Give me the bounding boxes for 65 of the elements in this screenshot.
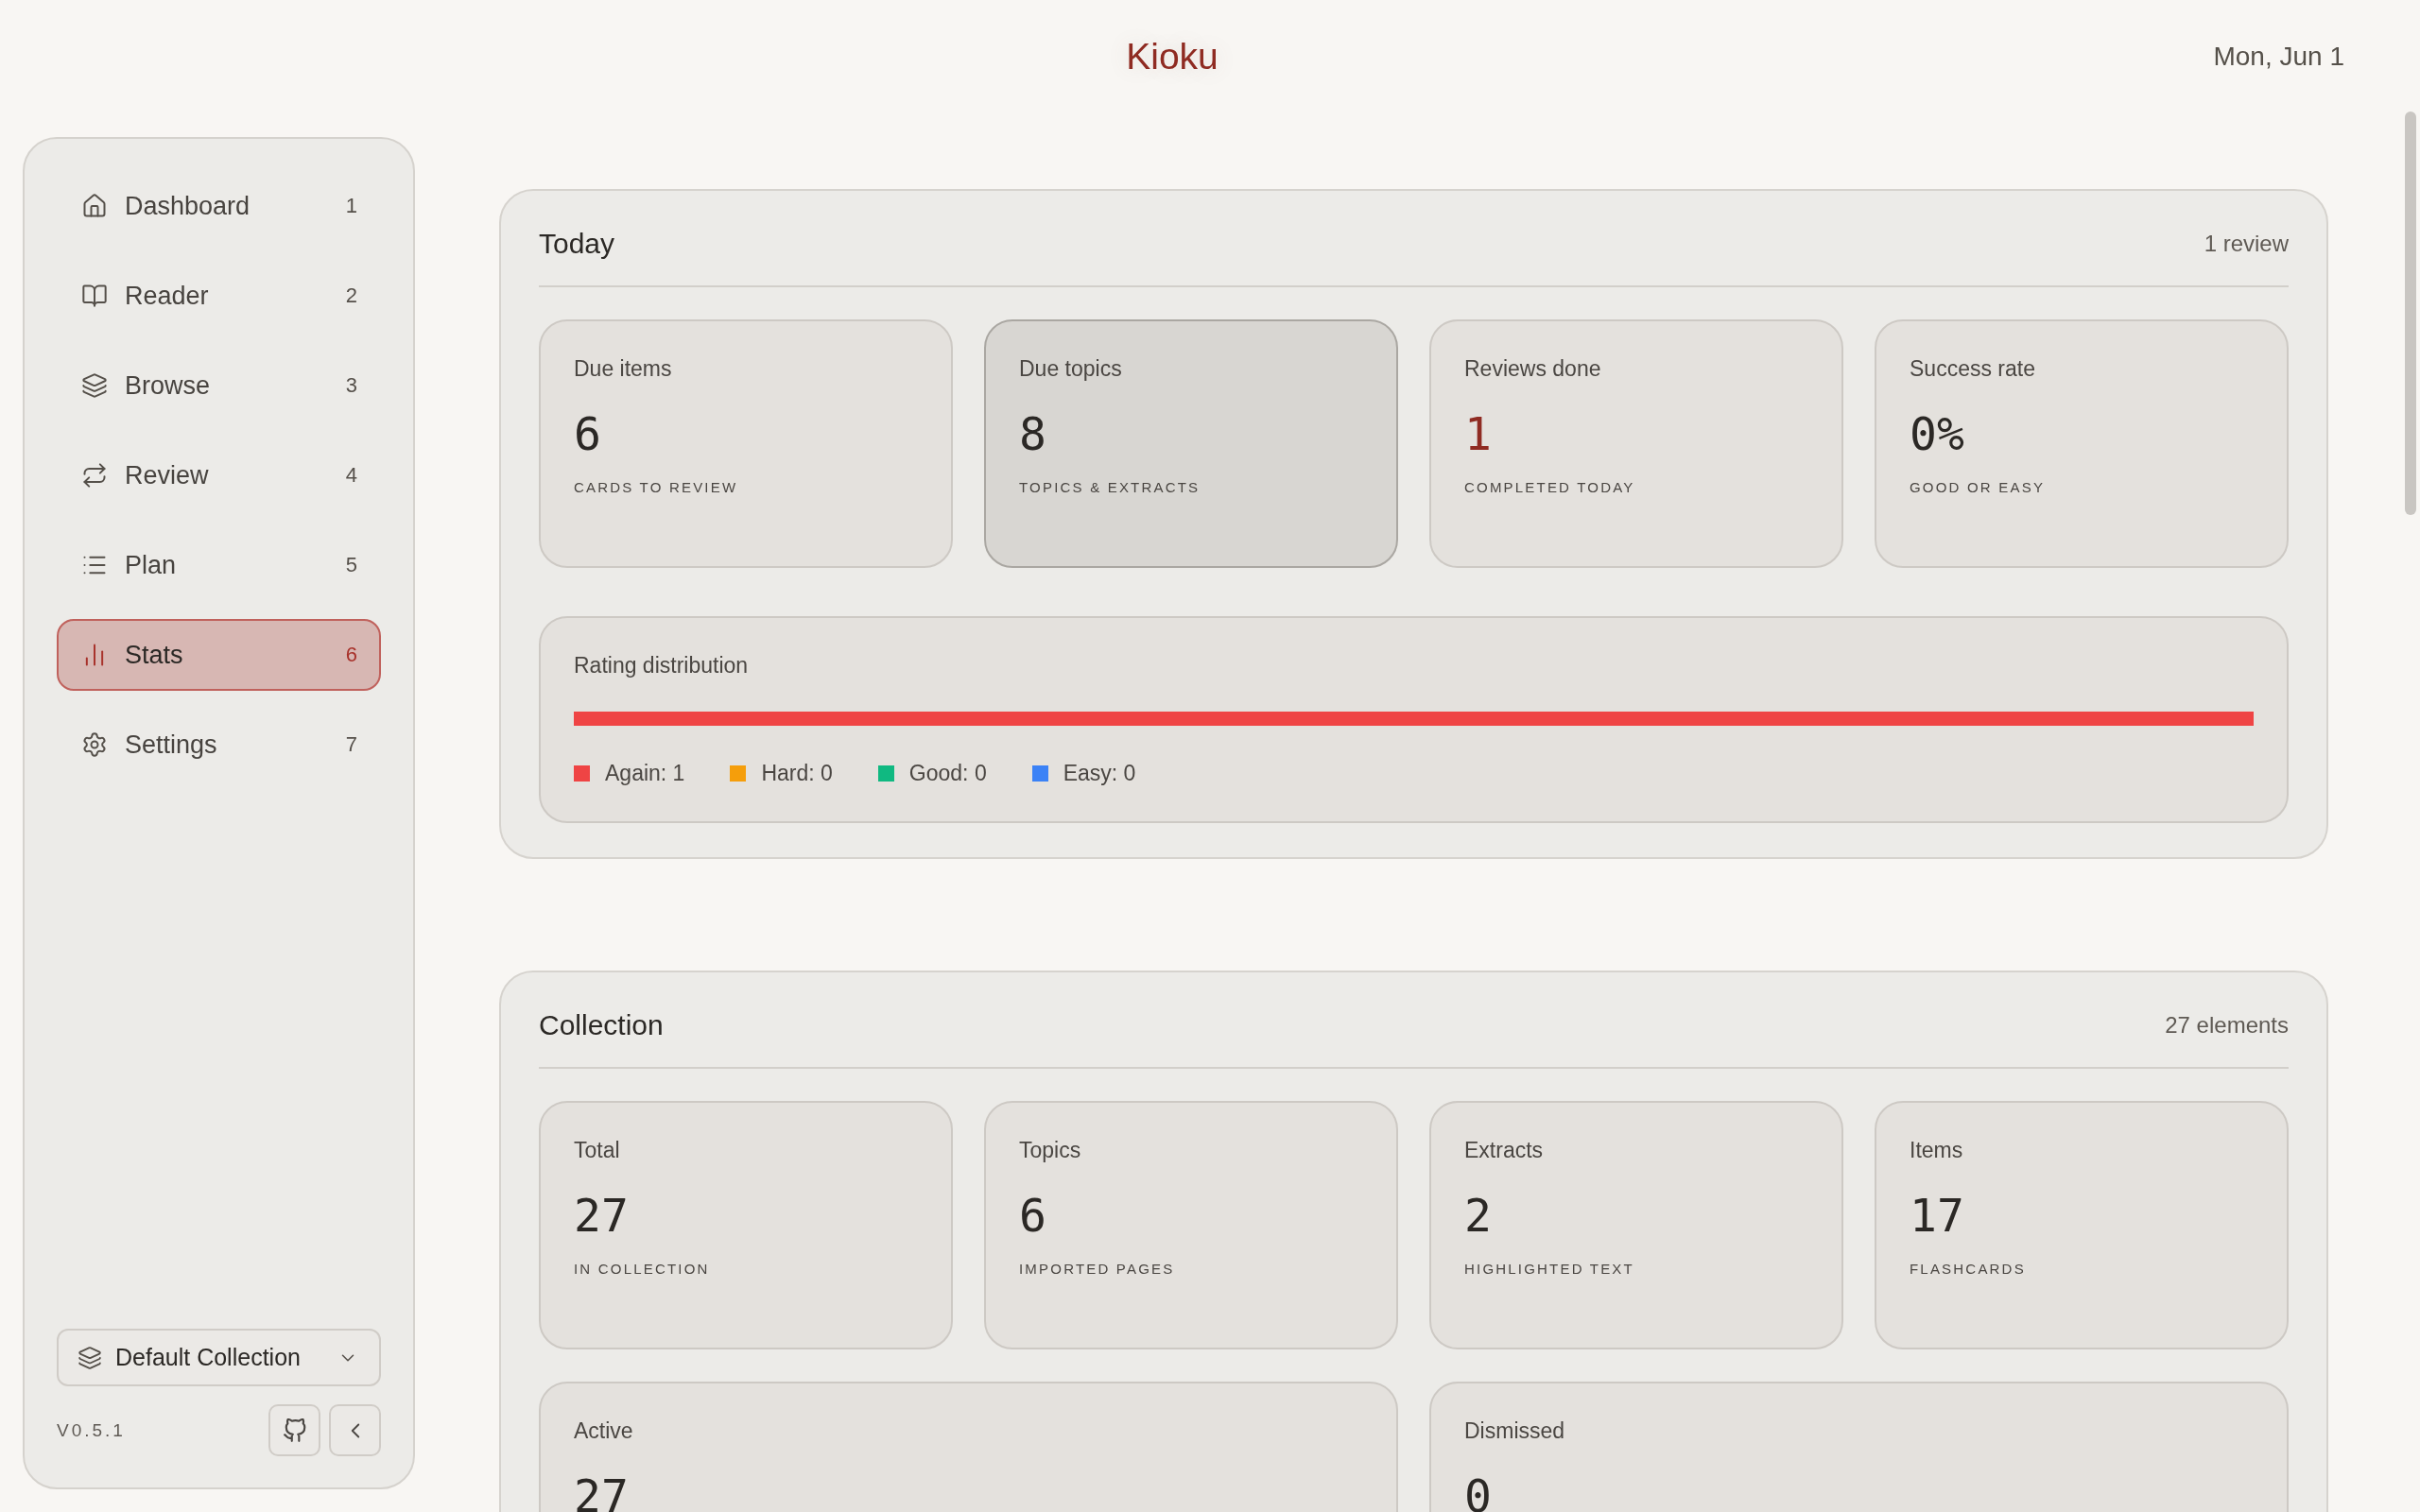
stat-caption: FLASHCARDS bbox=[1910, 1260, 2027, 1279]
shortcut-number: 1 bbox=[345, 194, 357, 218]
date-label: Mon, Jun 1 bbox=[2213, 42, 2344, 72]
stat-label: Due items bbox=[574, 355, 673, 383]
nav-item[interactable]: Plan 5 bbox=[57, 529, 381, 601]
stat-label: Total bbox=[574, 1137, 621, 1164]
stat-value: 6 bbox=[574, 407, 602, 460]
app-title: Kioku bbox=[1126, 36, 1219, 77]
stat-label: Success rate bbox=[1910, 355, 2036, 383]
layers-icon bbox=[81, 372, 108, 399]
stat-label: Topics bbox=[1019, 1137, 1082, 1164]
shortcut-number: 5 bbox=[345, 553, 357, 577]
stat-value: 6 bbox=[1019, 1189, 1047, 1242]
legend-label: Easy: 0 bbox=[1063, 760, 1136, 786]
nav-item[interactable]: Dashboard 1 bbox=[57, 170, 381, 242]
book-icon bbox=[81, 283, 108, 309]
legend-label: Good: 0 bbox=[908, 760, 987, 786]
nav-item[interactable]: Reader 2 bbox=[57, 260, 381, 332]
stat-label: Active bbox=[574, 1418, 634, 1445]
stat-value: 8 bbox=[1019, 407, 1047, 460]
shortcut-number: 6 bbox=[345, 643, 357, 667]
stat-value: 27 bbox=[574, 1469, 630, 1512]
panel-title: Collection bbox=[539, 1009, 664, 1041]
layers-icon bbox=[78, 1345, 102, 1370]
panel-summary: 1 review bbox=[2204, 231, 2289, 257]
stat-value: 2 bbox=[1464, 1189, 1493, 1242]
stat-caption: GOOD OR EASY bbox=[1910, 478, 2047, 497]
rating-title: Rating distribution bbox=[574, 652, 750, 679]
stat-label: Dismissed bbox=[1464, 1418, 1566, 1445]
stat-value: 1 bbox=[1464, 407, 1493, 460]
nav-item[interactable]: Browse 3 bbox=[57, 350, 381, 421]
version-label: V0.5.1 bbox=[57, 1419, 126, 1441]
collapse-button[interactable] bbox=[329, 1404, 381, 1456]
stat-caption: COMPLETED TODAY bbox=[1464, 478, 1636, 497]
collection-dropdown[interactable]: Default Collection bbox=[57, 1329, 381, 1386]
stat-value: 0% bbox=[1910, 407, 1965, 460]
legend-label: Hard: 0 bbox=[761, 760, 833, 786]
legend-label: Again: 1 bbox=[605, 760, 685, 786]
shortcut-number: 3 bbox=[345, 373, 357, 398]
shortcut-number: 2 bbox=[345, 284, 357, 308]
nav-item[interactable]: Settings 7 bbox=[57, 709, 381, 781]
home-icon bbox=[81, 193, 108, 219]
panel-summary: 27 elements bbox=[2165, 1012, 2289, 1039]
repeat-icon bbox=[81, 462, 108, 489]
panel-title: Today bbox=[539, 228, 615, 260]
stat-value: 17 bbox=[1910, 1189, 1965, 1242]
shortcut-number: 4 bbox=[345, 463, 357, 488]
stat-label: Due topics bbox=[1019, 355, 1123, 383]
stat-label: Reviews done bbox=[1464, 355, 1602, 383]
stat-caption: TOPICS & EXTRACTS bbox=[1019, 478, 1201, 497]
stat-value: 27 bbox=[574, 1189, 630, 1242]
scrollbar-thumb[interactable] bbox=[2405, 112, 2416, 515]
stat-caption: IN COLLECTION bbox=[574, 1260, 711, 1279]
stat-caption: CARDS TO REVIEW bbox=[574, 478, 739, 497]
stat-value: 0 bbox=[1464, 1469, 1493, 1512]
shortcut-number: 7 bbox=[345, 732, 357, 757]
stat-label: Items bbox=[1910, 1137, 1964, 1164]
github-icon bbox=[282, 1418, 307, 1443]
stat-caption: HIGHLIGHTED TEXT bbox=[1464, 1260, 1635, 1279]
stat-caption: IMPORTED PAGES bbox=[1019, 1260, 1176, 1279]
stat-label: Extracts bbox=[1464, 1137, 1545, 1164]
github-button[interactable] bbox=[268, 1404, 320, 1456]
nav-item[interactable]: Stats 6 bbox=[57, 619, 381, 691]
settings-icon bbox=[81, 731, 108, 758]
nav-item[interactable]: Review 4 bbox=[57, 439, 381, 511]
